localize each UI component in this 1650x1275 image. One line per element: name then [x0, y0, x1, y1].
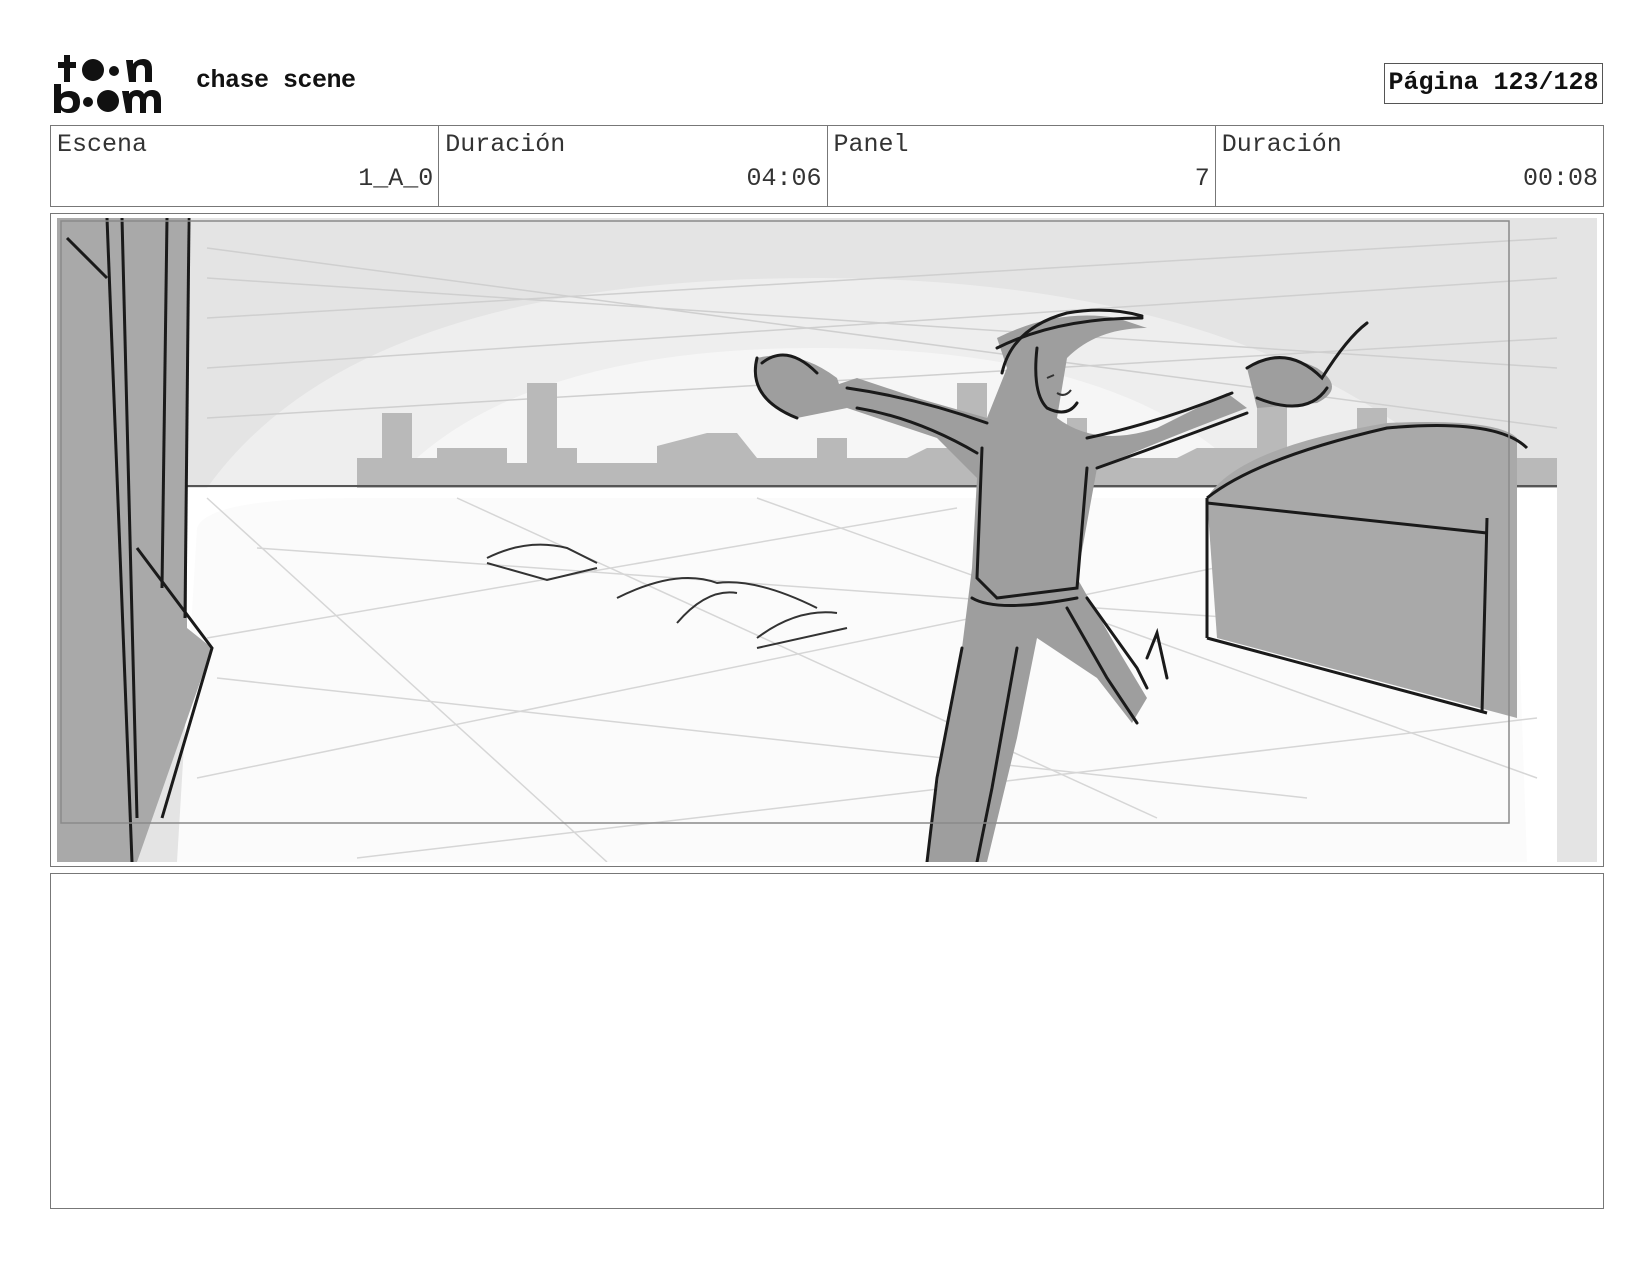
panel-notes-area[interactable]: [50, 873, 1604, 1209]
project-title: chase scene: [196, 66, 356, 95]
scene-value: 1_A_0: [358, 164, 434, 193]
scene-cell: Escena 1_A_0: [51, 126, 440, 206]
panel-duration-value: 00:08: [1522, 164, 1598, 193]
panel-duration-label: Duración: [1221, 130, 1342, 159]
scene-duration-value: 04:06: [746, 164, 822, 193]
panel-cell: Panel 7: [828, 126, 1216, 206]
panel-info-table: Escena 1_A_0 Duración 04:06 Panel 7 Dura…: [50, 125, 1604, 207]
page-number: Página 123/128: [1384, 63, 1603, 104]
panel-value: 7: [1194, 164, 1210, 193]
scene-label: Escena: [57, 130, 148, 159]
storyboard-sketch-image: [57, 218, 1597, 862]
panel-duration-cell: Duración 00:08: [1216, 126, 1603, 206]
toon-boom-logo: [54, 55, 161, 113]
scene-duration-label: Duración: [445, 130, 566, 159]
scene-duration-cell: Duración 04:06: [439, 126, 828, 206]
storyboard-panel: [50, 213, 1604, 867]
panel-label: Panel: [833, 130, 909, 159]
